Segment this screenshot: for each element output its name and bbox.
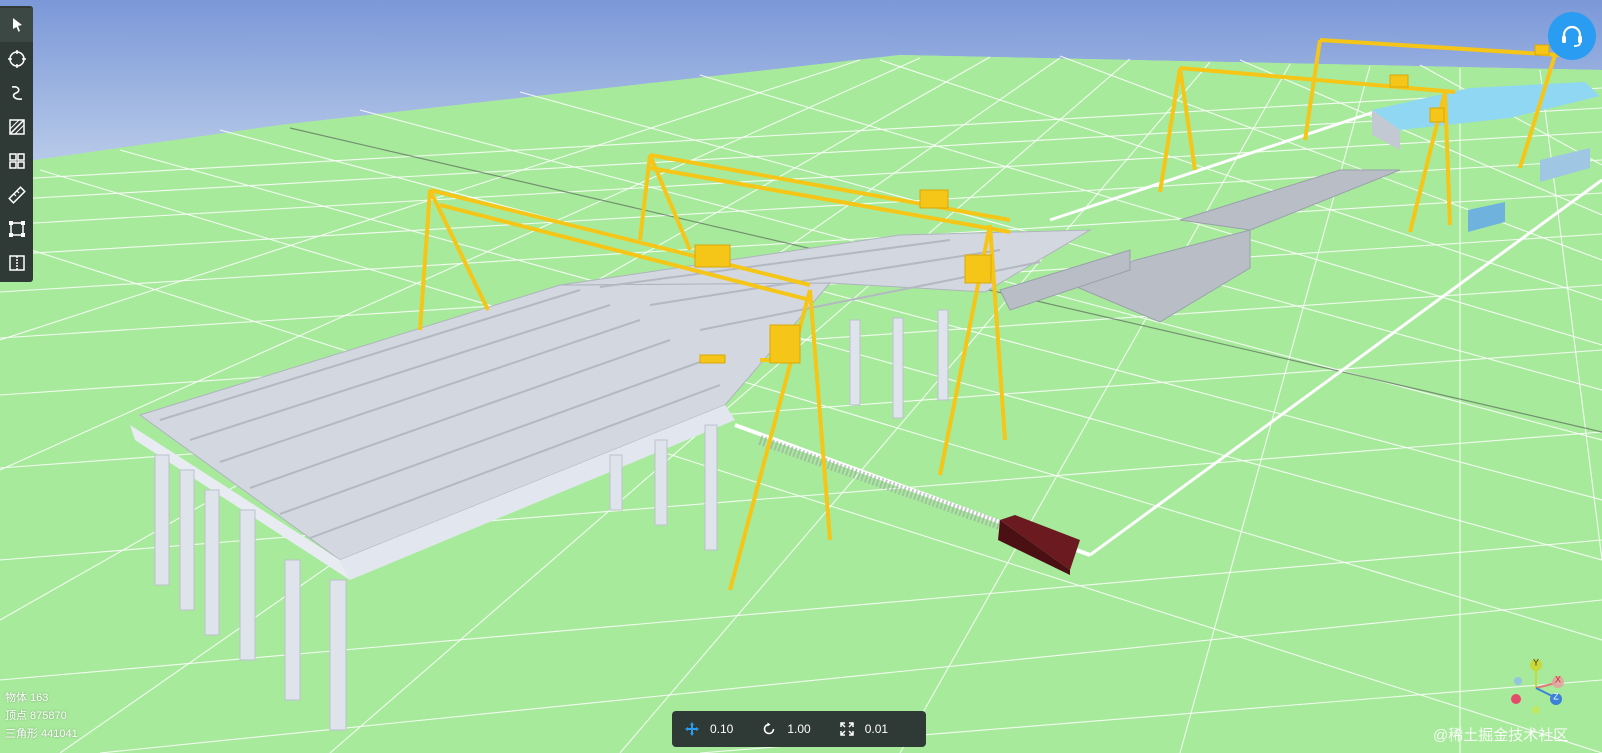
y-axis-label: Y bbox=[1533, 657, 1539, 667]
section-tool-button[interactable] bbox=[0, 110, 33, 144]
move-speed-control[interactable]: 0.10 bbox=[684, 721, 733, 737]
rotate-speed-value: 1.00 bbox=[787, 722, 811, 736]
rotate-speed-control[interactable]: 1.00 bbox=[761, 721, 811, 737]
triangle-count: 三角形 441041 bbox=[5, 728, 78, 740]
headset-icon bbox=[1562, 25, 1582, 47]
circle-crosshair-icon bbox=[7, 50, 26, 68]
split-tool-button[interactable] bbox=[0, 246, 33, 280]
vertex-count: 顶点 875870 bbox=[5, 710, 67, 722]
navigation-speed-bar: 0.10 1.00 0.01 bbox=[672, 711, 926, 747]
ruler-icon bbox=[7, 186, 26, 204]
frame-tool-button[interactable] bbox=[0, 212, 33, 246]
customer-support-button[interactable] bbox=[1548, 12, 1596, 60]
watermark: @稀土掘金技术社区 bbox=[1433, 727, 1569, 744]
expand-icon bbox=[839, 722, 854, 736]
grid-tool-button[interactable] bbox=[0, 144, 33, 178]
move-speed-value: 0.10 bbox=[710, 722, 734, 736]
scene-stats: 物体 163 顶点 875870 三角形 441041 bbox=[5, 689, 78, 743]
zoom-speed-control[interactable]: 0.01 bbox=[839, 721, 888, 737]
section-box-icon bbox=[8, 119, 25, 135]
left-toolbar bbox=[0, 6, 33, 282]
move-arrows-icon bbox=[685, 722, 699, 736]
object-count: 物体 163 bbox=[5, 692, 49, 704]
measure-tool-button[interactable] bbox=[0, 178, 33, 212]
rotate-icon bbox=[764, 722, 775, 735]
zoom-speed-value: 0.01 bbox=[864, 722, 889, 736]
3d-viewport[interactable] bbox=[0, 0, 1602, 753]
x-axis-label: X bbox=[1555, 674, 1561, 684]
curve-icon bbox=[11, 86, 22, 100]
split-view-icon bbox=[8, 255, 25, 271]
z-axis-label: Z bbox=[1553, 691, 1559, 701]
arrow-pointer-icon bbox=[12, 18, 22, 32]
axis-gizmo[interactable]: Y X Z bbox=[1502, 655, 1572, 715]
grid-icon bbox=[8, 153, 25, 169]
frame-select-icon bbox=[8, 221, 25, 237]
select-tool-button[interactable] bbox=[0, 8, 33, 42]
freehand-tool-button[interactable] bbox=[0, 76, 33, 110]
orbit-tool-button[interactable] bbox=[0, 42, 33, 76]
